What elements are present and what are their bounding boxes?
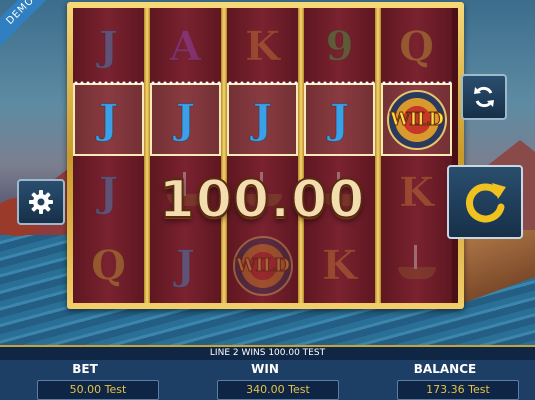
viking-ship-right — [462, 230, 535, 325]
bet-field[interactable]: BET 50.00 Test — [10, 360, 160, 400]
reel-3: K J WILD — [227, 8, 298, 303]
balance-value: 173.36 Test — [397, 380, 519, 400]
symbol-j: J — [99, 23, 119, 71]
reel-cell: J — [304, 81, 375, 156]
reel-4: 9 J K — [304, 8, 375, 303]
symbol-k: K — [399, 169, 435, 217]
reel-cell: Q — [381, 10, 452, 83]
reel-cell: Q — [73, 229, 144, 302]
symbol-9: 9 — [325, 23, 354, 71]
autoplay-button[interactable] — [461, 74, 507, 120]
symbol-j: J — [176, 242, 196, 290]
reel-area: J J J Q A J J K J WILD 9 J K Q WILD K — [73, 8, 458, 303]
balance-label: BALANCE — [413, 362, 477, 376]
reel-cell: WILD — [227, 229, 298, 302]
symbol-k: K — [322, 242, 358, 290]
win-field: WIN 340.00 Test — [190, 360, 340, 400]
symbol-q: Q — [399, 23, 435, 71]
reel-cell: J — [150, 81, 221, 156]
reel-cell: J — [227, 81, 298, 156]
symbol-q: Q — [91, 242, 127, 290]
reel-cell: J — [150, 229, 221, 302]
symbol-a: A — [169, 23, 202, 71]
reel-cell: K — [227, 10, 298, 83]
status-message: LINE 2 WINS 100.00 TEST — [0, 345, 535, 360]
symbol-j: J — [253, 96, 273, 144]
win-label: WIN — [251, 362, 279, 376]
wild-symbol: WILD — [386, 89, 447, 150]
reel-cell: A — [150, 10, 221, 83]
reel-cell: J — [73, 156, 144, 229]
symbol-k: K — [245, 23, 281, 71]
balance-field: BALANCE 173.36 Test — [370, 360, 520, 400]
reel-5: Q WILD K — [381, 8, 452, 303]
reel-1: JJJQ — [73, 8, 144, 303]
settings-button[interactable] — [17, 179, 65, 225]
info-panel: BET 50.00 Test WIN 340.00 Test BALANCE 1… — [0, 360, 535, 400]
win-amount-display: 100.00 — [158, 169, 366, 231]
symbol-j: J — [176, 96, 196, 144]
spin-button[interactable] — [447, 165, 523, 239]
refresh-arrows-icon — [474, 86, 494, 108]
viking-ship-icon — [392, 241, 442, 291]
symbol-j: J — [99, 169, 119, 217]
reel-cell: J — [73, 10, 144, 83]
reel-cell: J — [73, 81, 144, 156]
win-value: 340.00 Test — [217, 380, 339, 400]
reel-2: AJJ — [150, 8, 221, 303]
bet-value[interactable]: 50.00 Test — [37, 380, 159, 400]
reel-cell: K — [381, 156, 452, 229]
bet-label: BET — [72, 362, 98, 376]
wild-symbol: WILD — [232, 235, 293, 296]
spin-arrow-icon — [466, 183, 506, 223]
reel-cell — [381, 229, 452, 302]
reel-frame: J J J Q A J J K J WILD 9 J K Q WILD K — [67, 2, 464, 309]
reel-cell: 9 — [304, 10, 375, 83]
wild-label: WILD — [390, 109, 445, 131]
wild-label: WILD — [236, 255, 291, 277]
reel-cell: WILD — [381, 81, 452, 156]
gear-icon — [29, 190, 53, 214]
reel-cell: K — [304, 229, 375, 302]
symbol-j: J — [99, 96, 119, 144]
symbol-j: J — [330, 96, 350, 144]
